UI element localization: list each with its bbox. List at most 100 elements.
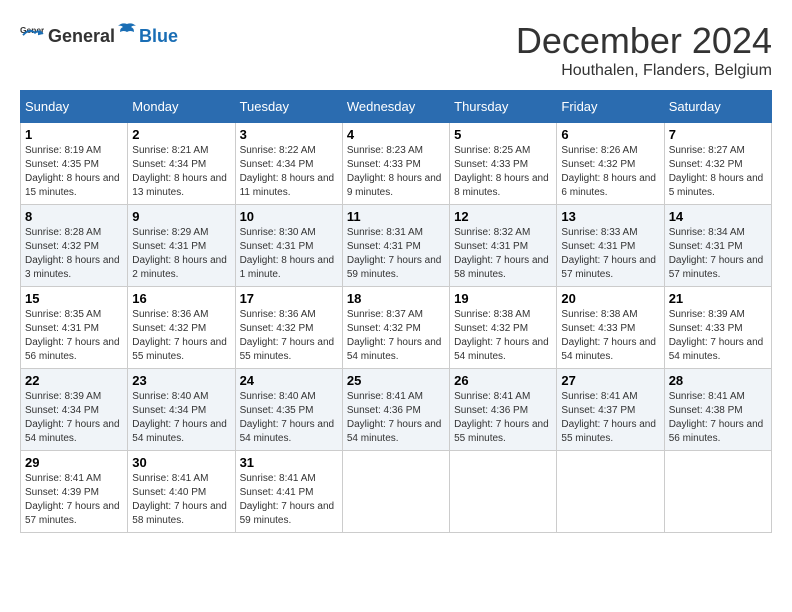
day-number: 15	[25, 291, 123, 306]
calendar-week-row: 29 Sunrise: 8:41 AM Sunset: 4:39 PM Dayli…	[21, 451, 772, 533]
logo-bird-icon	[116, 20, 138, 42]
calendar-cell: 1 Sunrise: 8:19 AM Sunset: 4:35 PM Daylig…	[21, 123, 128, 205]
title-area: December 2024 Houthalen, Flanders, Belgi…	[516, 20, 772, 80]
day-number: 4	[347, 127, 445, 142]
calendar-cell: 12 Sunrise: 8:32 AM Sunset: 4:31 PM Dayli…	[450, 205, 557, 287]
calendar-week-row: 8 Sunrise: 8:28 AM Sunset: 4:32 PM Daylig…	[21, 205, 772, 287]
day-info: Sunrise: 8:27 AM Sunset: 4:32 PM Dayligh…	[669, 144, 767, 200]
day-number: 3	[240, 127, 338, 142]
calendar-cell	[557, 451, 664, 533]
calendar-cell: 14Sunrise: 8:34 AM Sunset: 4:31 PM Dayli…	[664, 205, 771, 287]
day-number: 19	[454, 291, 552, 306]
weekday-header-row: SundayMondayTuesdayWednesdayThursdayFrid…	[21, 91, 772, 123]
calendar-cell: 19Sunrise: 8:38 AM Sunset: 4:32 PM Dayli…	[450, 287, 557, 369]
day-number: 30	[132, 455, 230, 470]
day-info: Sunrise: 8:41 AM Sunset: 4:39 PM Dayligh…	[25, 472, 123, 528]
day-info: Sunrise: 8:32 AM Sunset: 4:31 PM Dayligh…	[454, 226, 552, 282]
day-number: 17	[240, 291, 338, 306]
calendar-cell: 25 Sunrise: 8:41 AM Sunset: 4:36 PM Dayli…	[342, 369, 449, 451]
day-info: Sunrise: 8:22 AM Sunset: 4:34 PM Dayligh…	[240, 144, 338, 200]
day-number: 8	[25, 209, 123, 224]
calendar-cell: 5 Sunrise: 8:25 AM Sunset: 4:33 PM Daylig…	[450, 123, 557, 205]
day-info: Sunrise: 8:29 AM Sunset: 4:31 PM Dayligh…	[132, 226, 230, 282]
day-number: 29	[25, 455, 123, 470]
day-info: Sunrise: 8:38 AM Sunset: 4:33 PM Dayligh…	[561, 308, 659, 364]
header: General General Blue December 2024 Houth…	[20, 20, 772, 80]
calendar-cell: 31 Sunrise: 8:41 AM Sunset: 4:41 PM Dayli…	[235, 451, 342, 533]
calendar-cell: 10Sunrise: 8:30 AM Sunset: 4:31 PM Dayli…	[235, 205, 342, 287]
day-number: 23	[132, 373, 230, 388]
day-number: 13	[561, 209, 659, 224]
day-info: Sunrise: 8:41 AM Sunset: 4:40 PM Dayligh…	[132, 472, 230, 528]
calendar-cell: 6 Sunrise: 8:26 AM Sunset: 4:32 PM Daylig…	[557, 123, 664, 205]
calendar-cell: 9 Sunrise: 8:29 AM Sunset: 4:31 PM Daylig…	[128, 205, 235, 287]
logo-general-text: General	[48, 26, 115, 47]
logo-blue-text: Blue	[139, 26, 178, 47]
day-info: Sunrise: 8:21 AM Sunset: 4:34 PM Dayligh…	[132, 144, 230, 200]
day-number: 9	[132, 209, 230, 224]
calendar-cell	[664, 451, 771, 533]
day-info: Sunrise: 8:28 AM Sunset: 4:32 PM Dayligh…	[25, 226, 123, 282]
day-info: Sunrise: 8:25 AM Sunset: 4:33 PM Dayligh…	[454, 144, 552, 200]
day-number: 10	[240, 209, 338, 224]
weekday-header-wednesday: Wednesday	[342, 91, 449, 123]
day-number: 28	[669, 373, 767, 388]
calendar-cell: 26Sunrise: 8:41 AM Sunset: 4:36 PM Dayli…	[450, 369, 557, 451]
day-info: Sunrise: 8:31 AM Sunset: 4:31 PM Dayligh…	[347, 226, 445, 282]
calendar-cell: 13 Sunrise: 8:33 AM Sunset: 4:31 PM Dayli…	[557, 205, 664, 287]
calendar-cell: 18Sunrise: 8:37 AM Sunset: 4:32 PM Dayli…	[342, 287, 449, 369]
calendar-cell: 4 Sunrise: 8:23 AM Sunset: 4:33 PM Daylig…	[342, 123, 449, 205]
weekday-header-sunday: Sunday	[21, 91, 128, 123]
calendar-cell	[342, 451, 449, 533]
calendar-cell: 3 Sunrise: 8:22 AM Sunset: 4:34 PM Daylig…	[235, 123, 342, 205]
calendar-week-row: 1 Sunrise: 8:19 AM Sunset: 4:35 PM Daylig…	[21, 123, 772, 205]
logo: General General Blue	[20, 20, 178, 47]
day-number: 6	[561, 127, 659, 142]
day-number: 12	[454, 209, 552, 224]
calendar-cell: 8 Sunrise: 8:28 AM Sunset: 4:32 PM Daylig…	[21, 205, 128, 287]
calendar-table: SundayMondayTuesdayWednesdayThursdayFrid…	[20, 90, 772, 533]
day-info: Sunrise: 8:41 AM Sunset: 4:36 PM Dayligh…	[347, 390, 445, 446]
logo-icon: General	[20, 22, 44, 46]
calendar-cell: 23Sunrise: 8:40 AM Sunset: 4:34 PM Dayli…	[128, 369, 235, 451]
day-info: Sunrise: 8:35 AM Sunset: 4:31 PM Dayligh…	[25, 308, 123, 364]
day-number: 2	[132, 127, 230, 142]
day-info: Sunrise: 8:23 AM Sunset: 4:33 PM Dayligh…	[347, 144, 445, 200]
day-info: Sunrise: 8:41 AM Sunset: 4:37 PM Dayligh…	[561, 390, 659, 446]
day-number: 14	[669, 209, 767, 224]
calendar-cell: 30 Sunrise: 8:41 AM Sunset: 4:40 PM Dayli…	[128, 451, 235, 533]
day-number: 21	[669, 291, 767, 306]
location-title: Houthalen, Flanders, Belgium	[516, 62, 772, 80]
day-info: Sunrise: 8:33 AM Sunset: 4:31 PM Dayligh…	[561, 226, 659, 282]
day-number: 27	[561, 373, 659, 388]
day-number: 31	[240, 455, 338, 470]
day-number: 25	[347, 373, 445, 388]
day-info: Sunrise: 8:36 AM Sunset: 4:32 PM Dayligh…	[240, 308, 338, 364]
day-number: 1	[25, 127, 123, 142]
calendar-cell: 15 Sunrise: 8:35 AM Sunset: 4:31 PM Dayli…	[21, 287, 128, 369]
day-number: 5	[454, 127, 552, 142]
day-info: Sunrise: 8:39 AM Sunset: 4:34 PM Dayligh…	[25, 390, 123, 446]
weekday-header-thursday: Thursday	[450, 91, 557, 123]
day-info: Sunrise: 8:41 AM Sunset: 4:41 PM Dayligh…	[240, 472, 338, 528]
calendar-cell: 16 Sunrise: 8:36 AM Sunset: 4:32 PM Dayli…	[128, 287, 235, 369]
day-info: Sunrise: 8:26 AM Sunset: 4:32 PM Dayligh…	[561, 144, 659, 200]
calendar-cell: 7Sunrise: 8:27 AM Sunset: 4:32 PM Daylig…	[664, 123, 771, 205]
calendar-cell: 24Sunrise: 8:40 AM Sunset: 4:35 PM Dayli…	[235, 369, 342, 451]
weekday-header-monday: Monday	[128, 91, 235, 123]
day-info: Sunrise: 8:41 AM Sunset: 4:36 PM Dayligh…	[454, 390, 552, 446]
month-title: December 2024	[516, 20, 772, 62]
day-number: 24	[240, 373, 338, 388]
calendar-cell: 21 Sunrise: 8:39 AM Sunset: 4:33 PM Dayli…	[664, 287, 771, 369]
day-info: Sunrise: 8:39 AM Sunset: 4:33 PM Dayligh…	[669, 308, 767, 364]
calendar-week-row: 22Sunrise: 8:39 AM Sunset: 4:34 PM Dayli…	[21, 369, 772, 451]
day-number: 11	[347, 209, 445, 224]
day-info: Sunrise: 8:19 AM Sunset: 4:35 PM Dayligh…	[25, 144, 123, 200]
calendar-cell	[450, 451, 557, 533]
day-number: 16	[132, 291, 230, 306]
calendar-cell: 17 Sunrise: 8:36 AM Sunset: 4:32 PM Dayli…	[235, 287, 342, 369]
day-number: 18	[347, 291, 445, 306]
calendar-cell: 22Sunrise: 8:39 AM Sunset: 4:34 PM Dayli…	[21, 369, 128, 451]
day-info: Sunrise: 8:36 AM Sunset: 4:32 PM Dayligh…	[132, 308, 230, 364]
day-info: Sunrise: 8:41 AM Sunset: 4:38 PM Dayligh…	[669, 390, 767, 446]
